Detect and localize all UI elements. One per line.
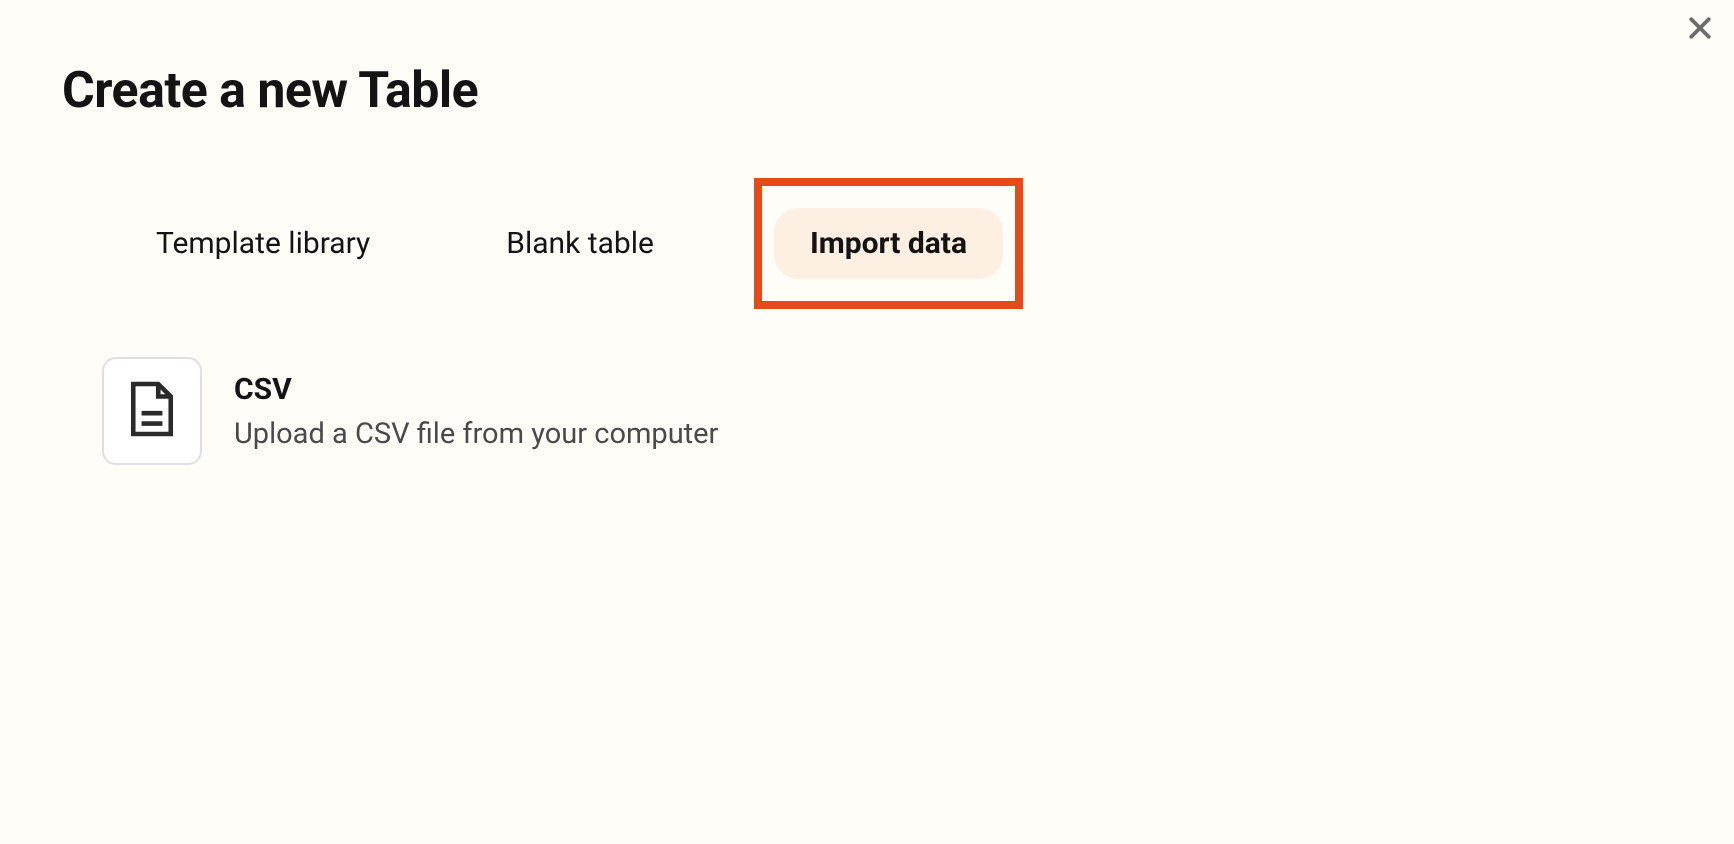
tab-import-data[interactable]: Import data	[774, 208, 1003, 279]
option-icon-container	[102, 357, 202, 465]
tabs-row: Template library Blank table Import data	[62, 178, 1672, 309]
option-csv-title: CSV	[234, 372, 718, 407]
option-csv[interactable]: CSV Upload a CSV file from your computer	[102, 357, 1672, 465]
close-button[interactable]	[1680, 10, 1720, 50]
highlight-annotation: Import data	[754, 178, 1023, 309]
import-options: CSV Upload a CSV file from your computer	[62, 357, 1672, 465]
option-text: CSV Upload a CSV file from your computer	[234, 372, 718, 451]
dialog-title: Create a new Table	[62, 62, 1672, 120]
file-icon	[127, 379, 177, 443]
close-icon	[1685, 13, 1715, 47]
option-csv-description: Upload a CSV file from your computer	[234, 417, 718, 451]
tab-template-library[interactable]: Template library	[120, 208, 406, 279]
tab-blank-table[interactable]: Blank table	[470, 208, 690, 279]
